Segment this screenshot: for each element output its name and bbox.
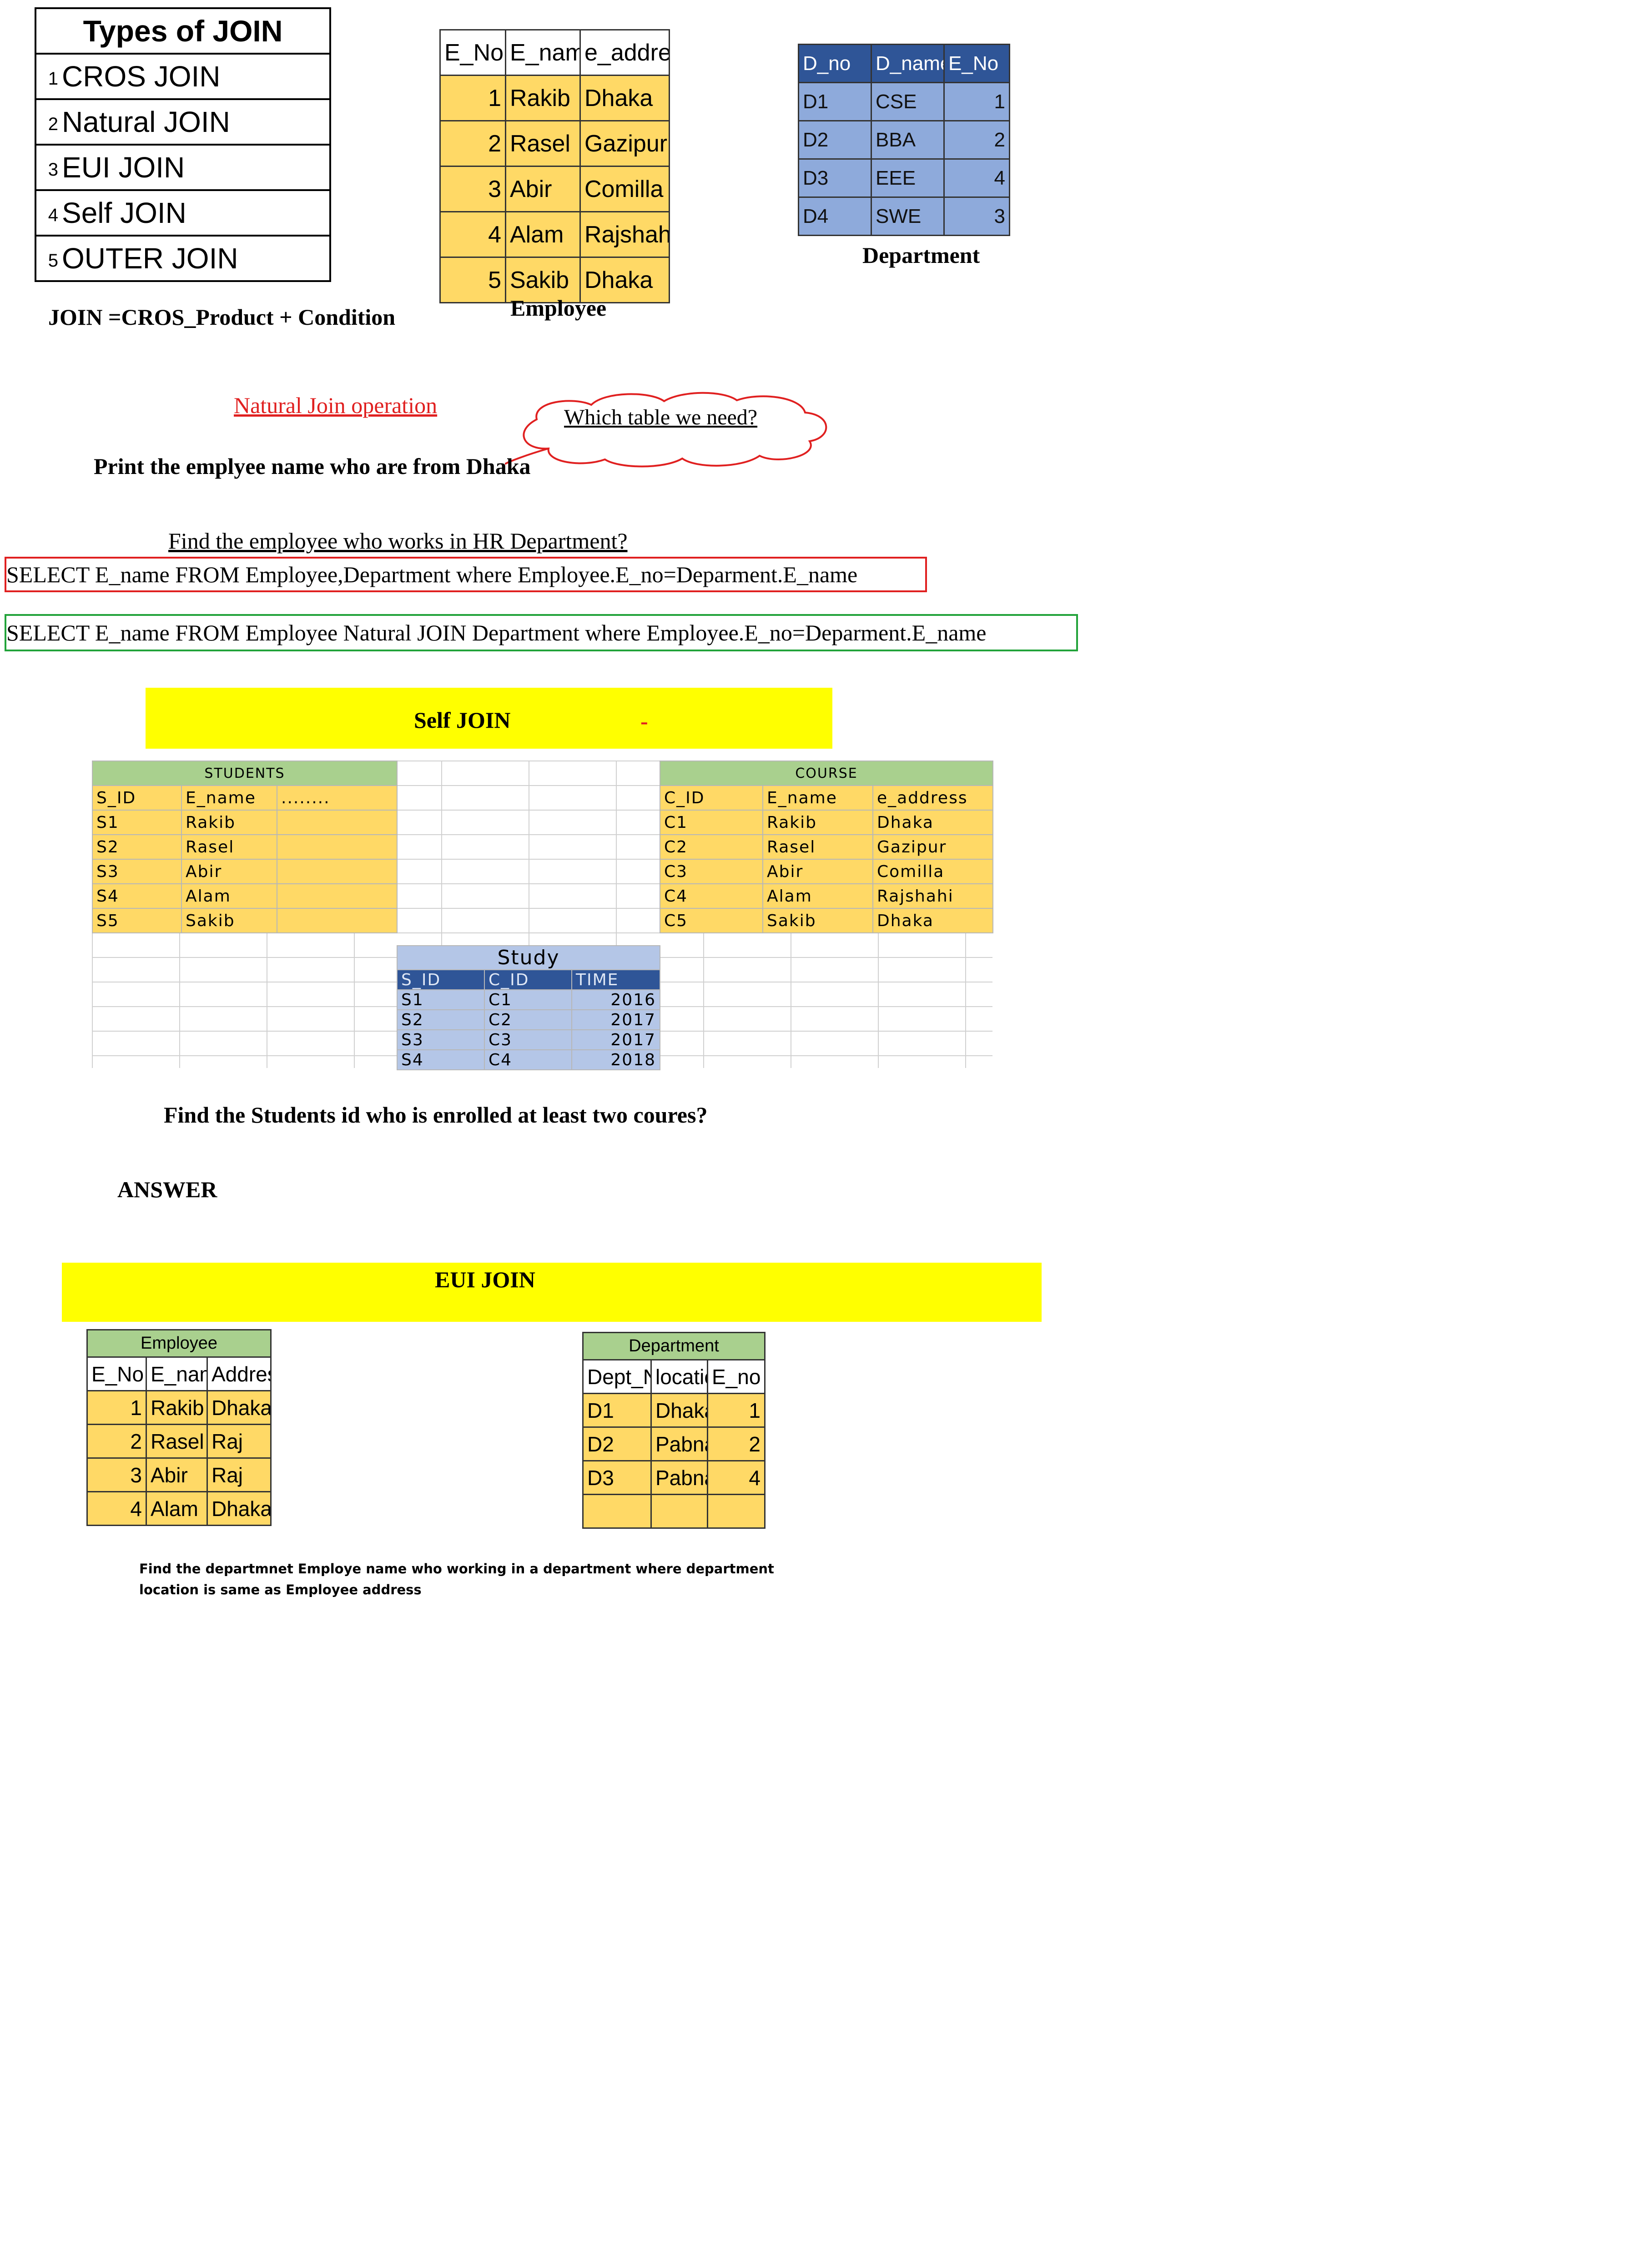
natural-join-label: Natural Join operation [234,393,438,418]
join-type-item: 5 OUTER JOIN [35,235,331,282]
students-caption: STUDENTS [91,761,398,786]
table-row: 1 Rakib Dhaka [86,1390,272,1425]
table-row: S1 C1 2016 [397,989,661,1010]
students-question: Find the Students id who is enrolled at … [164,1102,708,1128]
header-cell: E_no [707,1359,766,1394]
header-cell: E_No [943,44,1010,83]
table-row: D1 CSE 1 [798,82,1010,121]
department-table-2: Department Dept_No location E_no D1Dhaka… [582,1332,766,1529]
sql-query-2: SELECT E_name FROM Employee Natural JOIN… [5,614,1078,651]
header-cell: Address [206,1356,272,1391]
cloud-text: Which table we need? [564,405,758,429]
table-row: C5 Sakib Dhaka [660,908,994,933]
table-row: 2 Rasel Gazipur [439,120,670,167]
cloud-callout [505,392,827,468]
sql-query-1: SELECT E_name FROM Employee,Department w… [5,557,927,592]
join-type-item: 4 Self JOIN [35,189,331,237]
table-row: 3 Abir Raj [86,1457,272,1492]
header-cell: C_ID [660,785,763,811]
course-table: COURSE C_ID E_name e_address C1 Rakib Dhak… [659,761,994,933]
employee2-caption: Employee [86,1329,272,1358]
header-cell: Dept_No [582,1359,652,1394]
header-cell: e_address [579,29,670,76]
eui-join-banner [62,1263,1042,1322]
join-type-item: 3 EUI JOIN [35,144,331,191]
employee-table-2: Employee E_No E_name Address 1RakibDhaka… [86,1329,272,1526]
students-table: STUDENTS S_ID E_name ........ S1 Rakib S2… [91,761,398,933]
header-cell: E_name [762,785,873,811]
join-formula: JOIN =CROS_Product + Condition [48,304,396,330]
header-cell: S_ID [397,969,485,990]
table-row: S4 C4 2018 [397,1049,661,1070]
table-row: D1Dhaka1 [582,1393,766,1428]
header-cell: E_No [86,1356,147,1391]
table-row: C4 Alam Rajshahi [660,883,994,909]
department2-caption: Department [582,1332,766,1360]
header-cell: D_no [798,44,872,83]
header-cell: C_ID [484,969,572,990]
header-cell: TIME [571,969,661,990]
header-cell: location [650,1359,708,1394]
self-join-title: Self JOIN [414,707,511,733]
table-row: D4 SWE 3 [798,196,1010,236]
table-row: S5 Sakib [92,908,398,933]
self-join-dash: - [640,708,648,734]
join-type-item: 2 Natural JOIN [35,98,331,146]
header-cell: S_ID [92,785,182,811]
table-row: D2Pabna2 [582,1426,766,1461]
table-row: D2 BBA 2 [798,120,1010,160]
department-table: D_no D_name E_No D1 CSE 1 D2 BBA 2 D3 EEE 4 D4… [798,44,1010,236]
table-row: C2 Rasel Gazipur [660,834,994,860]
table-row: S2 Rasel [92,834,398,860]
table-row [582,1494,766,1529]
header-cell: E_name [505,29,581,76]
eui-question-line-2: location is same as Employee address [139,1582,422,1597]
table-row: S3 C3 2017 [397,1029,661,1050]
table-row: D3 EEE 4 [798,158,1010,198]
print-question: Print the emplyee name who are from Dhak… [94,453,531,479]
table-row: 4 Alam Dhaka [86,1491,272,1526]
study-table: Study S_ID C_ID TIME S1 C1 2016 S2 C2 2017 S… [396,945,661,1070]
table-row: S3 Abir [92,859,398,884]
table-row: 3 Abir Comilla [439,166,670,212]
table-row: 4 Alam Rajshahi [439,211,670,258]
employee-table: E_No E_name e_address 1RakibDhaka 2Rasel… [439,29,670,303]
join-type-item: 1 CROS JOIN [35,53,331,100]
study-caption: Study [396,945,661,970]
header-cell: ........ [276,785,398,811]
types-of-join-title: Types of JOIN [35,7,331,55]
table-row: S1 Rakib [92,810,398,835]
table-row: S2 C2 2017 [397,1009,661,1030]
department-caption: Department [862,242,980,268]
hr-question: Find the employee who works in HR Depart… [168,528,628,554]
eui-join-title: EUI JOIN [435,1267,535,1292]
table-row: C1 Rakib Dhaka [660,810,994,835]
header-cell: D_name [871,44,945,83]
header-cell: E_No [439,29,506,76]
table-row: S4 Alam [92,883,398,909]
answer-label: ANSWER [117,1177,217,1202]
table-row: D3Pabna4 [582,1460,766,1495]
eui-question-line-1: Find the departmnet Employe name who wor… [139,1561,774,1577]
table-row: 2 Rasel Raj [86,1424,272,1459]
header-cell: E_name [181,785,277,811]
table-row: C3 Abir Comilla [660,859,994,884]
employee-caption: Employee [510,295,607,321]
header-cell: e_address [872,785,994,811]
course-caption: COURSE [659,761,994,786]
table-row: 1 Rakib Dhaka [439,75,670,121]
types-of-join-table: Types of JOIN 1 CROS JOIN 2 Natural JOIN 3… [35,7,331,282]
header-cell: E_name [146,1356,208,1391]
